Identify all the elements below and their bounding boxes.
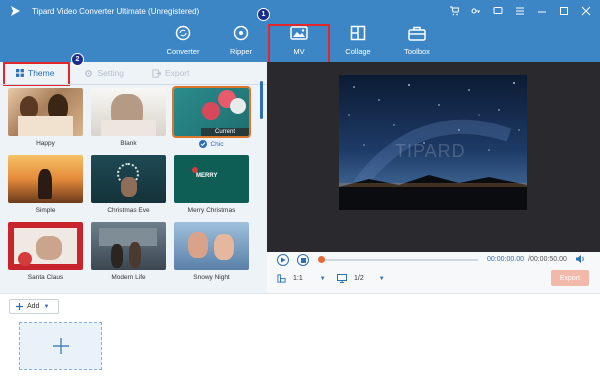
callout-1: 1	[257, 8, 270, 21]
feedback-icon[interactable]	[490, 3, 506, 19]
theme-thumbnail	[91, 222, 166, 270]
restore-icon[interactable]	[556, 3, 572, 19]
theme-label: Happy	[36, 140, 55, 147]
screen-select[interactable]: 1/2 ▼	[337, 274, 385, 283]
play-icon	[281, 257, 286, 263]
collage-icon	[349, 24, 367, 42]
theme-card-christmas-eve[interactable]: Christmas Eve	[91, 155, 166, 214]
theme-card-modern-life[interactable]: Modern Life	[91, 222, 166, 281]
theme-card-blank[interactable]: Blank	[91, 88, 166, 147]
merry-text: MERRY	[196, 173, 218, 179]
aspect-ratio-select[interactable]: 1:1 ▼	[277, 274, 326, 283]
theme-thumbnail	[8, 222, 83, 270]
theme-thumbnail	[91, 155, 166, 203]
tipard-watermark: TIPARD	[395, 141, 466, 161]
theme-card-santa-claus[interactable]: Santa Claus	[8, 222, 83, 281]
key-icon[interactable]	[468, 3, 484, 19]
tab-export[interactable]: Export	[144, 62, 198, 84]
ripper-icon	[232, 24, 250, 42]
monitor-icon	[337, 274, 347, 283]
nav-collage[interactable]: Collage	[331, 24, 385, 62]
converter-icon	[174, 24, 192, 42]
theme-label: Merry Christmas	[187, 207, 236, 214]
theme-label: Chic	[210, 140, 224, 148]
play-button[interactable]	[277, 254, 289, 266]
export-icon	[152, 68, 161, 78]
export-button[interactable]: Export	[551, 270, 589, 286]
theme-label: Snowy Night	[193, 274, 230, 281]
theme-thumbnail: Current	[172, 86, 251, 138]
theme-scrollbar[interactable]	[260, 81, 263, 119]
minimize-icon[interactable]	[534, 3, 550, 19]
close-icon[interactable]	[578, 3, 594, 19]
theme-label: Modern Life	[111, 274, 146, 281]
cart-icon[interactable]	[446, 3, 462, 19]
theme-thumbnail	[174, 222, 249, 270]
nav-ripper[interactable]: Ripper	[214, 24, 268, 62]
tab-divider	[0, 84, 267, 85]
theme-thumbnail	[8, 155, 83, 203]
app-title: Tipard Video Converter Ultimate (Unregis…	[32, 6, 200, 16]
theme-card-snowy-night[interactable]: Snowy Night	[174, 222, 249, 281]
theme-card-merry-christmas[interactable]: MERRY Merry Christmas	[174, 155, 249, 214]
tab-setting[interactable]: Setting	[76, 62, 131, 84]
theme-highlight-box	[3, 62, 70, 86]
stop-button[interactable]	[297, 254, 309, 266]
add-button[interactable]: Add ▼	[9, 299, 59, 314]
theme-label: Simple	[35, 207, 56, 214]
plus-icon	[52, 338, 69, 354]
toolbox-icon	[408, 24, 426, 42]
theme-card-simple[interactable]: Simple	[8, 155, 83, 214]
theme-label: Santa Claus	[27, 274, 64, 281]
chevron-down-icon: ▼	[319, 275, 326, 282]
nav-toolbox[interactable]: Toolbox	[390, 24, 444, 62]
chevron-down-icon: ▼	[378, 275, 385, 282]
aspect-ratio-icon	[277, 274, 286, 283]
nav-converter[interactable]: Converter	[156, 24, 210, 62]
plus-icon	[16, 303, 23, 310]
theme-label: Christmas Eve	[107, 207, 150, 214]
timeline-handle[interactable]	[318, 256, 325, 263]
video-preview: TIPARD	[339, 75, 527, 210]
theme-card-happy[interactable]: Happy	[8, 88, 83, 147]
check-icon	[199, 140, 208, 148]
theme-card-chic[interactable]: Current Chic	[172, 86, 251, 148]
theme-thumbnail: MERRY	[174, 155, 249, 203]
callout-2: 2	[71, 53, 84, 66]
menu-icon[interactable]	[512, 3, 528, 19]
gear-icon	[85, 69, 93, 77]
current-tag: Current	[200, 128, 249, 136]
timeline-track[interactable]	[320, 259, 478, 261]
total-time: /00:00:50.00	[528, 256, 567, 263]
volume-icon[interactable]	[575, 254, 585, 264]
theme-label: Blank	[120, 140, 137, 147]
theme-thumbnail	[91, 88, 166, 136]
stop-icon	[300, 257, 306, 263]
theme-thumbnail	[8, 88, 83, 136]
add-media-slot[interactable]	[19, 322, 102, 370]
app-logo-icon	[8, 4, 22, 18]
chevron-down-icon: ▼	[43, 303, 50, 310]
title-bar: Tipard Video Converter Ultimate (Unregis…	[0, 0, 600, 22]
current-time: 00:00:00.00	[487, 256, 524, 263]
